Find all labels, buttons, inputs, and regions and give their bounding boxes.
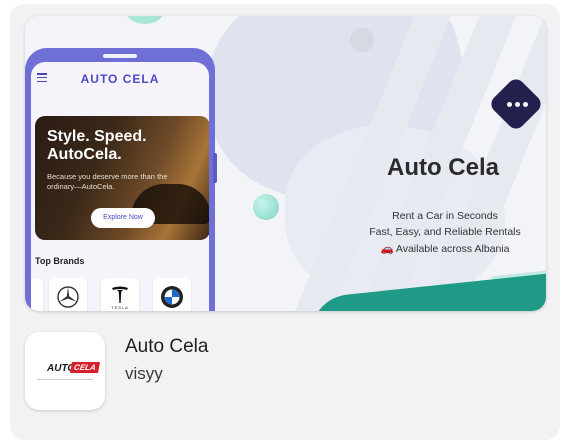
phone-mockup: AUTO CELA Style. Speed. AutoCela. Becaus… (25, 48, 217, 311)
hero-subtitle: Because you deserve more than the ordina… (47, 172, 168, 191)
brand-card-mercedes (49, 278, 87, 311)
phone-app-title: AUTO CELA (80, 72, 160, 86)
brand-card-tesla: TESLA (101, 278, 139, 311)
decorative-circle (125, 16, 165, 24)
tesla-label: TESLA (111, 305, 129, 310)
mercedes-logo-icon (57, 286, 79, 308)
phone-speaker (103, 54, 137, 58)
more-dots-icon (502, 98, 532, 110)
decorative-circle (350, 28, 374, 52)
tagline-line-1: Rent a Car in Seconds (392, 210, 498, 222)
phone-screen: AUTO CELA Style. Speed. AutoCela. Becaus… (31, 62, 209, 311)
banner-title: Auto Cela (386, 154, 499, 181)
feature-graphic[interactable]: AUTO CELA Style. Speed. AutoCela. Becaus… (25, 16, 546, 311)
brand-card-bmw (153, 278, 191, 311)
brand-card (31, 278, 43, 311)
decorative-circle (253, 194, 279, 220)
tagline-line-3: 🚗 Available across Albania (380, 243, 510, 255)
explore-now-button: Explore Now (91, 208, 155, 228)
hero-card: Style. Speed. AutoCela. Because you dese… (35, 116, 209, 240)
logo-text-cela: CELA (70, 362, 100, 373)
tagline-line-2: Fast, Easy, and Reliable Rentals (369, 226, 521, 238)
hero-title: Style. Speed. AutoCela. (47, 128, 147, 163)
developer-name[interactable]: visyy (125, 364, 163, 384)
app-bar: AUTO CELA (31, 62, 209, 96)
bmw-logo-icon (161, 286, 183, 308)
app-name[interactable]: Auto Cela (125, 336, 208, 358)
top-brands-heading: Top Brands (35, 256, 85, 266)
logo-underline (37, 379, 93, 380)
app-icon[interactable]: AUTO CELA (25, 332, 105, 410)
phone-side-button (213, 153, 217, 183)
